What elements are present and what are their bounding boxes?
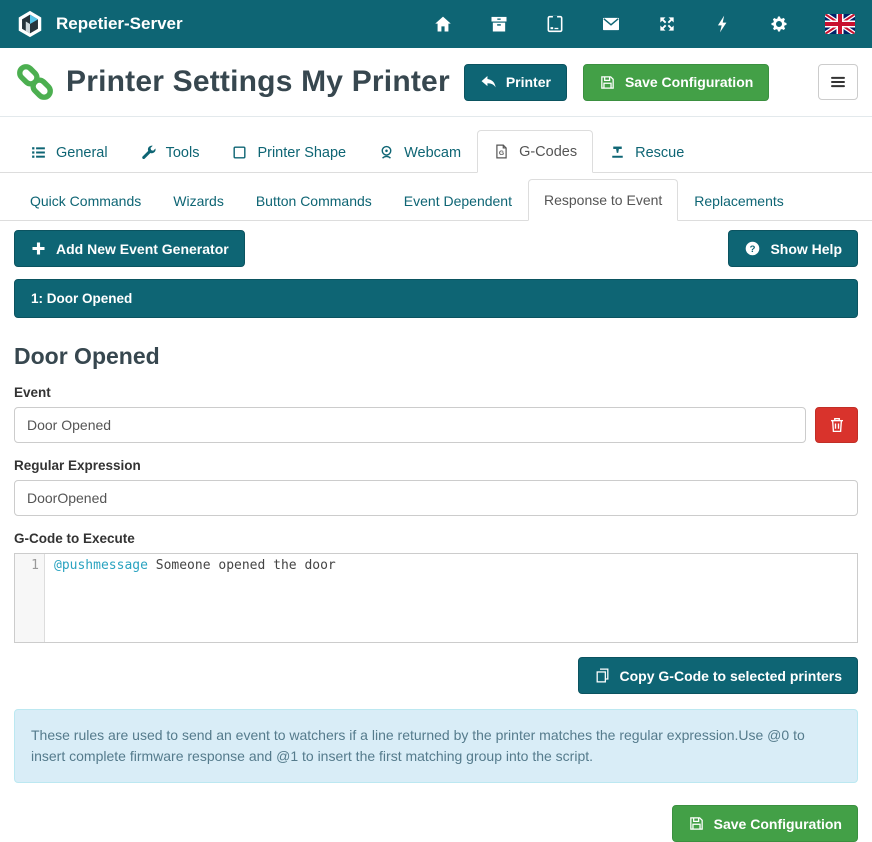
settings-tabs: General Tools Printer Shape Webcam G G-C… [0, 130, 872, 173]
page-header: Printer Settings My Printer Printer Save… [0, 48, 872, 117]
wrench-icon [140, 144, 157, 161]
tab-printer-shape[interactable]: Printer Shape [215, 131, 362, 173]
back-arrow-icon [480, 74, 497, 91]
copy-row: Copy G-Code to selected printers [14, 657, 858, 694]
bolt-icon[interactable] [713, 14, 733, 34]
subtab-response-to-event[interactable]: Response to Event [528, 179, 678, 221]
printer-button[interactable]: Printer [464, 64, 567, 101]
event-section-title: Door Opened [14, 343, 858, 370]
list-icon [30, 144, 47, 161]
floppy-icon [599, 74, 616, 91]
show-help-button[interactable]: ? Show Help [728, 230, 858, 267]
editor-line-number: 1 [15, 554, 45, 642]
svg-text:?: ? [750, 244, 756, 255]
tablet-icon[interactable] [545, 14, 565, 34]
svg-text:G: G [499, 150, 504, 157]
gcode-editor[interactable]: 1 @pushmessage Someone opened the door [14, 553, 858, 643]
top-navbar: Repetier-Server [0, 0, 872, 48]
page-title: Printer Settings My Printer [66, 65, 450, 99]
event-label: Event [14, 385, 858, 400]
subtab-quick-commands[interactable]: Quick Commands [14, 180, 157, 221]
menu-button[interactable] [818, 64, 858, 100]
subtab-event-dependent[interactable]: Event Dependent [388, 180, 528, 221]
repetier-logo-icon [15, 9, 45, 39]
brand-title: Repetier-Server [56, 14, 183, 34]
info-alert-text: These rules are used to send an event to… [31, 727, 805, 764]
add-event-generator-button[interactable]: Add New Event Generator [14, 230, 245, 267]
copy-icon [594, 667, 611, 684]
plus-icon [30, 240, 47, 257]
gear-icon[interactable] [769, 14, 789, 34]
copy-gcode-button[interactable]: Copy G-Code to selected printers [578, 657, 858, 694]
square-outline-icon [231, 144, 248, 161]
envelope-icon[interactable] [601, 14, 621, 34]
uk-flag-icon[interactable] [825, 14, 855, 34]
floppy-icon [688, 815, 705, 832]
delete-event-button[interactable] [815, 407, 858, 443]
chain-link-icon [14, 61, 56, 103]
brand[interactable]: Repetier-Server [15, 9, 183, 39]
save-configuration-button-bottom[interactable]: Save Configuration [672, 805, 858, 842]
event-panel-header[interactable]: 1: Door Opened [14, 279, 858, 318]
gcode-label: G-Code to Execute [14, 531, 858, 546]
nozzle-icon [609, 144, 626, 161]
gcode-keyword: @pushmessage [54, 558, 148, 573]
action-row: Add New Event Generator ? Show Help [14, 230, 858, 267]
info-alert: These rules are used to send an event to… [14, 709, 858, 783]
subtab-wizards[interactable]: Wizards [157, 180, 240, 221]
gcode-subtabs: Quick Commands Wizards Button Commands E… [0, 179, 872, 221]
navbar-icons [433, 14, 855, 34]
subtab-button-commands[interactable]: Button Commands [240, 180, 388, 221]
expand-arrows-icon[interactable] [657, 14, 677, 34]
tab-webcam[interactable]: Webcam [362, 131, 477, 173]
tab-general[interactable]: General [14, 131, 124, 173]
tab-rescue[interactable]: Rescue [593, 131, 700, 173]
regex-label: Regular Expression [14, 458, 858, 473]
hamburger-icon [829, 73, 847, 91]
tab-g-codes[interactable]: G G-Codes [477, 130, 593, 173]
footer-row: Save Configuration [14, 805, 858, 842]
subtab-replacements[interactable]: Replacements [678, 180, 800, 221]
event-form: Event Regular Expression G-Code to Execu… [14, 385, 858, 643]
gcode-text: Someone opened the door [148, 558, 336, 573]
home-icon[interactable] [433, 14, 453, 34]
question-circle-icon: ? [744, 240, 761, 257]
tab-tools[interactable]: Tools [124, 131, 216, 173]
trash-icon [828, 416, 846, 434]
editor-code-line[interactable]: @pushmessage Someone opened the door [45, 554, 857, 642]
webcam-icon [378, 144, 395, 161]
archive-box-icon[interactable] [489, 14, 509, 34]
gcode-file-icon: G [493, 143, 510, 160]
regex-input[interactable] [14, 480, 858, 516]
save-configuration-button-top[interactable]: Save Configuration [583, 64, 769, 101]
event-input[interactable] [14, 407, 806, 443]
